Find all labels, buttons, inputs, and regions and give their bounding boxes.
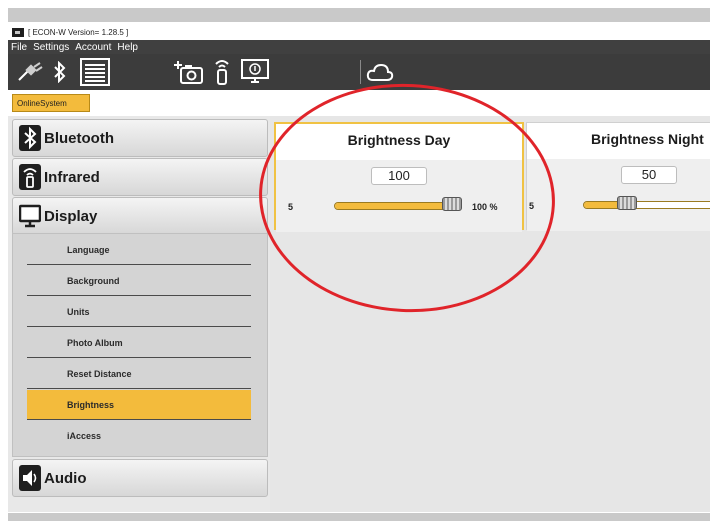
top-border-strip <box>8 8 710 22</box>
submenu-item-background[interactable]: Background <box>27 266 251 296</box>
tab-online-system[interactable]: OnlineSystem <box>12 94 90 112</box>
toolbar-separator <box>360 60 361 84</box>
menu-settings[interactable]: Settings <box>33 42 69 53</box>
brightness-day-title: Brightness Day <box>276 124 522 160</box>
app-window: [ ECON-W Version= 1.28.5 ] File Settings… <box>8 24 710 512</box>
bottom-border-strip <box>8 513 710 521</box>
submenu-item-photo-album[interactable]: Photo Album <box>27 328 251 358</box>
sidebar-label-display: Display <box>44 207 98 225</box>
menu-bar: File Settings Account Help <box>8 40 710 54</box>
cloud-icon[interactable] <box>366 63 394 87</box>
sidebar-item-display[interactable]: Display <box>12 197 268 235</box>
brightness-day-slider-thumb[interactable] <box>442 197 462 211</box>
brightness-night-body: 50 5 <box>527 159 710 231</box>
brightness-night-value[interactable]: 50 <box>621 166 677 184</box>
sidebar-item-infrared[interactable]: Infrared <box>12 158 268 196</box>
submenu-item-iaccess[interactable]: iAccess <box>27 421 251 451</box>
brightness-night-title: Brightness Night <box>527 123 710 159</box>
monitor-icon <box>19 203 41 229</box>
menu-help[interactable]: Help <box>117 42 138 53</box>
sidebar-item-audio[interactable]: Audio <box>12 459 268 497</box>
brightness-day-panel: Brightness Day 100 5 100 % <box>274 122 524 232</box>
submenu-item-language[interactable]: Language <box>27 235 251 265</box>
display-submenu: Language Background Units Photo Album Re… <box>12 233 268 457</box>
display-icon[interactable] <box>240 58 270 90</box>
sidebar-label-bluetooth: Bluetooth <box>44 129 114 147</box>
add-camera-icon[interactable] <box>174 59 204 89</box>
menu-account[interactable]: Account <box>75 42 111 53</box>
speaker-icon <box>19 465 41 491</box>
sidebar-label-audio: Audio <box>44 469 87 487</box>
bluetooth-icon[interactable] <box>52 60 68 87</box>
toolbar <box>8 54 710 90</box>
brightness-night-slider[interactable] <box>583 201 710 209</box>
submenu-item-units[interactable]: Units <box>27 297 251 327</box>
brightness-night-panel: Brightness Night 50 5 <box>526 122 710 231</box>
bluetooth-icon <box>19 125 41 151</box>
infrared-icon <box>19 164 41 190</box>
brightness-day-value[interactable]: 100 <box>371 167 427 185</box>
plug-icon[interactable] <box>16 60 44 88</box>
menu-file[interactable]: File <box>11 42 27 53</box>
title-bar: [ ECON-W Version= 1.28.5 ] <box>8 24 710 40</box>
system-tab-bar: OnlineSystem <box>8 90 710 116</box>
brightness-day-max-label: 100 % <box>472 202 498 212</box>
brightness-night-slider-thumb[interactable] <box>617 196 637 210</box>
sidebar-item-bluetooth[interactable]: Bluetooth <box>12 119 268 157</box>
brightness-night-min-label: 5 <box>529 201 535 211</box>
sidebar-label-infrared: Infrared <box>44 168 100 186</box>
list-icon[interactable] <box>80 58 110 90</box>
brightness-content: Brightness Day 100 5 100 % Brightness Ni… <box>270 116 710 512</box>
brightness-day-min-label: 5 <box>288 202 294 212</box>
infrared-icon[interactable] <box>213 58 231 90</box>
app-icon <box>12 27 24 37</box>
submenu-item-brightness[interactable]: Brightness <box>27 390 251 420</box>
brightness-night-slider-empty <box>637 202 710 208</box>
submenu-item-reset-distance[interactable]: Reset Distance <box>27 359 251 389</box>
sidebar: Bluetooth Infrared Display Language Back… <box>8 116 270 512</box>
brightness-day-body: 100 5 100 % <box>276 160 522 232</box>
window-title: [ ECON-W Version= 1.28.5 ] <box>28 27 129 37</box>
